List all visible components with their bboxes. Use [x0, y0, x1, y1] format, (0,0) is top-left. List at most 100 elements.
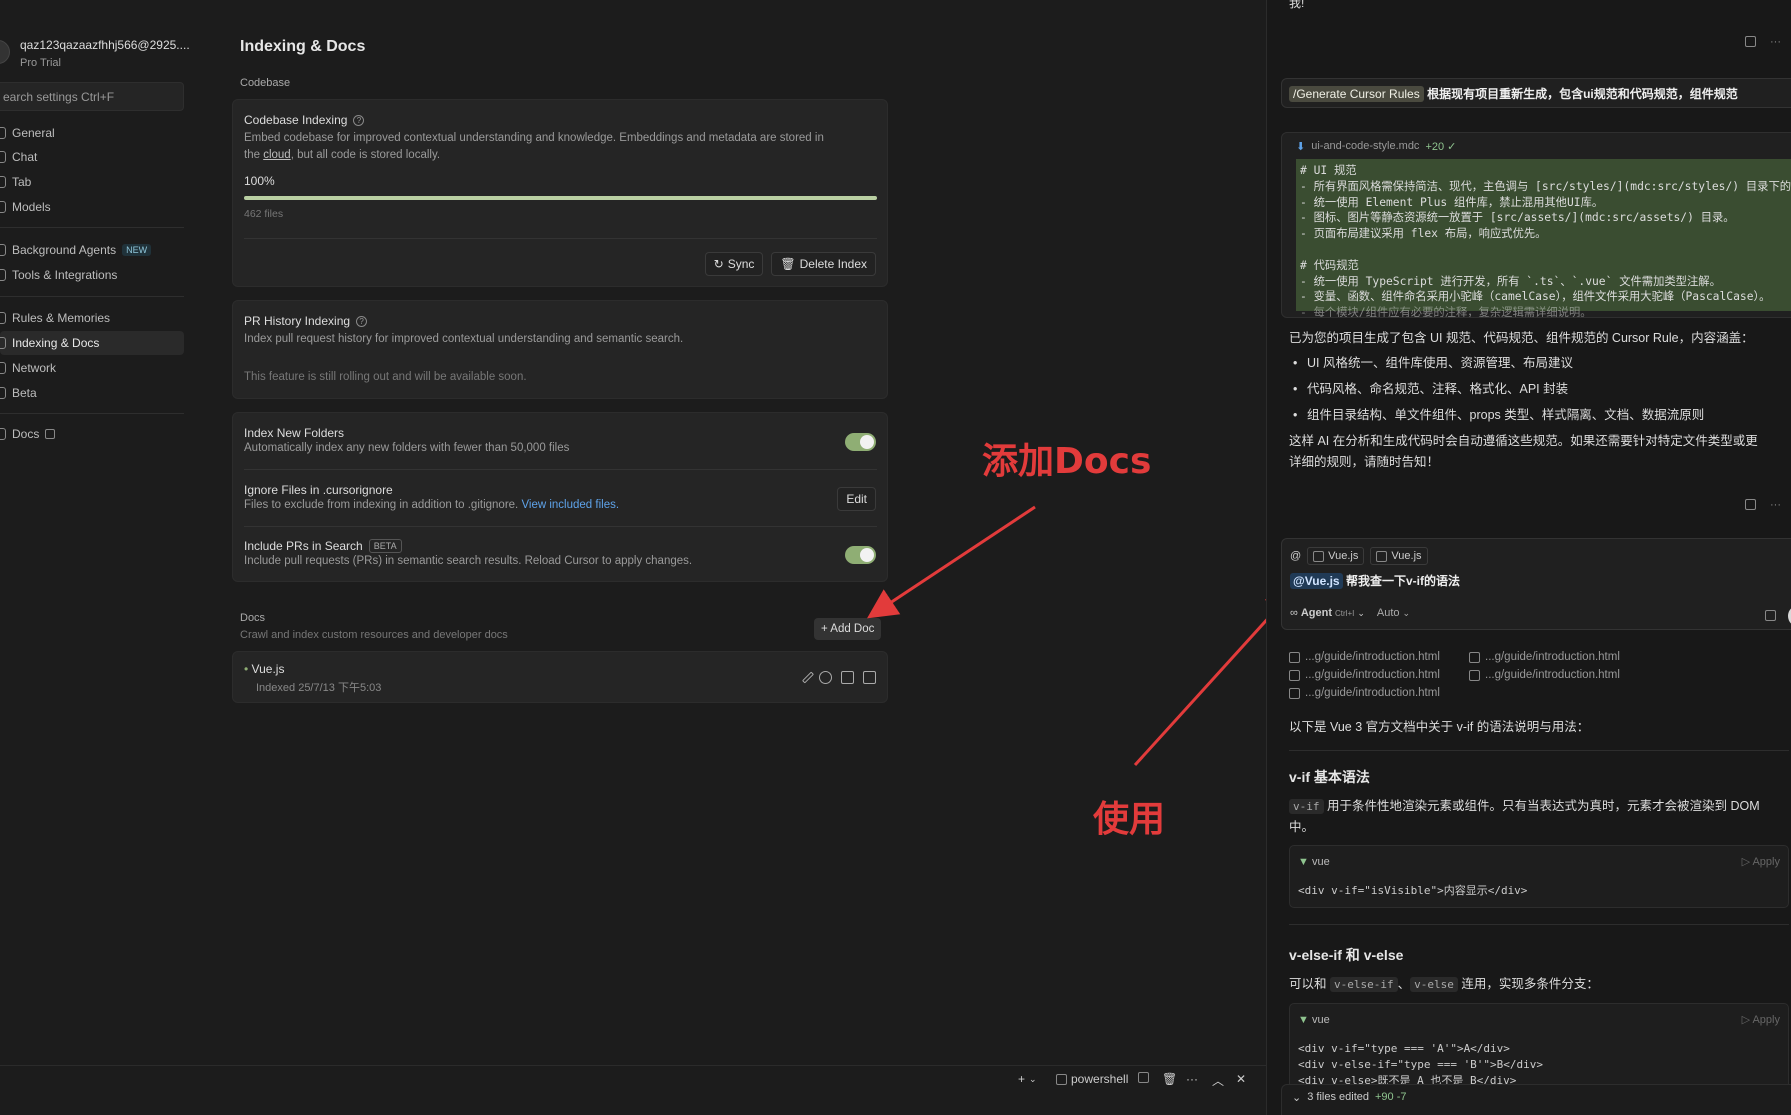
code-block-header: ▼ vue ▷ Apply [1290, 1004, 1788, 1037]
ellipsis-icon[interactable]: ··· [1770, 36, 1781, 48]
section-heading: v-else-if 和 v-else [1289, 947, 1404, 963]
code-line: - 图标、图片等静态资源统一放置于 [src/assets/](mdc:src/… [1300, 211, 1735, 225]
more-button[interactable]: ··· [1186, 1072, 1198, 1086]
code-block: ▼ vue ▷ Apply <div v-if="type === 'A'">A<… [1289, 1003, 1789, 1094]
file-name: ui-and-code-style.mdc [1311, 140, 1420, 152]
chip-label: Vue.js [1391, 550, 1422, 562]
close-panel-button[interactable]: ✕ [1236, 1072, 1246, 1086]
files-edited-bar[interactable]: ⌄ 3 files edited +90 -7 [1281, 1084, 1791, 1115]
split-icon [1138, 1072, 1149, 1083]
mode-shortcut: Ctrl+I [1335, 608, 1355, 618]
chevron-down-icon: ⌄ [1357, 607, 1365, 618]
list-item: 组件目录结构、单文件组件、props 类型、样式隔离、文档、数据流原则 [1289, 405, 1789, 426]
context-chips: @ Vue.js Vue.js [1290, 547, 1428, 565]
vue-icon: ▼ [1298, 1014, 1309, 1026]
chevron-down-icon: ⌄ [1402, 607, 1411, 618]
code-block: ▼ vue ▷ Apply <div v-if="isVisible">内容显示<… [1289, 845, 1789, 908]
trash-icon: 🗑 [1162, 1072, 1178, 1086]
answer-paragraph: v-if 用于条件性地渲染元素或组件。只有当表达式为真时，元素才会被渲染到 DO… [1289, 796, 1789, 837]
code-line: - 统一使用 Element Plus 组件库，禁止混用其他UI库。 [1300, 195, 1604, 209]
assistant-summary: 已为您的项目生成了包含 UI 规范、代码规范、组件规范的 Cursor Rule… [1289, 328, 1789, 473]
source-link-text: ...g/guide/introduction.html [1305, 687, 1440, 699]
doc-mention: @Vue.js [1290, 573, 1343, 589]
file-diff-content: # UI 规范 - 所有界面风格需保持简洁、现代，主色调与 [src/styles… [1296, 159, 1791, 317]
code-lang-text: vue [1311, 856, 1330, 868]
assistant-answer: 以下是 Vue 3 官方文档中关于 v-if 的语法说明与用法： v-if 基本… [1289, 717, 1789, 1094]
source-link-text: ...g/guide/introduction.html [1485, 669, 1620, 681]
paragraph-text: 连用，实现多条件分支： [1457, 977, 1599, 991]
vue-icon: ▼ [1298, 856, 1309, 868]
terminal-label: powershell [1071, 1072, 1129, 1086]
code-lang-text: vue [1311, 1014, 1330, 1026]
source-link-text: ...g/guide/introduction.html [1485, 651, 1620, 663]
file-edit-header[interactable]: ⬇ ui-and-code-style.mdc +20 ✓ [1282, 133, 1791, 159]
answer-intro: 以下是 Vue 3 官方文档中关于 v-if 的语法说明与用法： [1289, 720, 1590, 734]
doc-icon [1469, 651, 1480, 663]
input-toolbar: ∞ Agent Ctrl+I ⌄ Auto ⌄ [1290, 607, 1410, 619]
code-lang: ▼ vue [1298, 852, 1330, 873]
inline-code: v-if [1289, 799, 1324, 814]
code-line: - 所有界面风格需保持简洁、现代，主色调与 [src/styles/](mdc:… [1300, 179, 1791, 193]
code-line: - 页面布局建议采用 flex 布局，响应式优先。 [1300, 227, 1547, 241]
code-line: # UI 规范 [1300, 164, 1357, 177]
ellipsis-icon: ··· [1186, 1072, 1198, 1086]
inline-code: v-else [1410, 977, 1458, 992]
source-link[interactable]: ...g/guide/introduction.html [1469, 669, 1649, 681]
divider [1289, 924, 1789, 925]
code-line: - 变量、函数、组件命名采用小驼峰（camelCase），组件文件采用大驼峰（P… [1300, 290, 1771, 304]
copy-icon[interactable] [1745, 36, 1756, 47]
apply-button[interactable]: ▷ Apply [1742, 1010, 1780, 1031]
source-link-text: ...g/guide/introduction.html [1305, 651, 1440, 663]
terminal-tab[interactable]: powershell [1056, 1072, 1128, 1086]
kill-terminal-button[interactable]: 🗑 [1162, 1072, 1177, 1086]
diff-count: +90 -7 [1374, 1091, 1407, 1103]
divider [1289, 750, 1789, 751]
code-content: <div v-if="isVisible">内容显示</div> [1298, 884, 1528, 897]
code-line: - 每个模块/组件应有必要的注释，复杂逻辑需详细说明。 [1300, 306, 1592, 318]
context-chip[interactable]: Vue.js [1370, 547, 1428, 565]
paragraph-text: 中。 [1289, 820, 1315, 834]
source-link[interactable]: ...g/guide/introduction.html [1289, 669, 1469, 681]
model-selector[interactable]: Auto ⌄ [1377, 607, 1410, 619]
context-chip[interactable]: Vue.js [1307, 547, 1365, 565]
doc-icon [1289, 669, 1300, 681]
user-message[interactable]: /Generate Cursor Rules 根据现有项目重新生成，包含ui规范… [1281, 78, 1791, 108]
list-item: 代码风格、命名规范、注释、格式化、API 封装 [1289, 379, 1789, 400]
infinity-icon: ∞ [1290, 607, 1298, 619]
source-references: ...g/guide/introduction.html ...g/guide/… [1289, 651, 1789, 699]
file-edit-card: ⬇ ui-and-code-style.mdc +20 ✓ # UI 规范 - 所… [1281, 132, 1791, 318]
source-link-text: ...g/guide/introduction.html [1305, 669, 1440, 681]
new-terminal-button[interactable]: + ⌄ [1018, 1072, 1037, 1086]
code-line: # 代码规范 [1300, 258, 1359, 272]
chat-pane: 我! ··· /Generate Cursor Rules 根据现有项目重新生成… [1266, 0, 1791, 1115]
file-icon: ⬇ [1296, 140, 1306, 153]
book-icon [1313, 550, 1325, 562]
chevron-up-icon: ︿ [1212, 1074, 1225, 1088]
paragraph-text: 用于条件性地渲染元素或组件。只有当表达式为真时，元素才会被渲染到 DOM [1323, 799, 1760, 813]
source-link[interactable]: ...g/guide/introduction.html [1469, 651, 1649, 663]
message-fragment: 我! [1289, 0, 1305, 10]
arrow-to-add-doc [866, 505, 1036, 619]
chevron-down-icon: ⌄ [1029, 1073, 1037, 1084]
close-icon: ✕ [1236, 1072, 1247, 1086]
book-icon [1376, 550, 1388, 562]
user-message-text: 根据现有项目重新生成，包含ui规范和代码规范，组件规范 [1427, 87, 1738, 101]
source-link[interactable]: ...g/guide/introduction.html [1289, 651, 1469, 663]
image-icon[interactable] [1765, 610, 1776, 621]
input-text: 帮我查一下v-if的语法 [1342, 574, 1460, 588]
copy-icon[interactable] [1745, 499, 1756, 510]
inline-code: v-else-if [1329, 977, 1398, 992]
split-terminal-button[interactable] [1138, 1072, 1149, 1083]
ellipsis-icon[interactable]: ··· [1770, 499, 1781, 511]
add-context-button[interactable]: @ [1290, 550, 1301, 562]
mode-selector[interactable]: ∞ Agent Ctrl+I ⌄ [1290, 607, 1365, 619]
mode-label: Agent [1300, 607, 1333, 619]
terminal-icon [1056, 1073, 1067, 1085]
apply-button[interactable]: ▷ Apply [1742, 852, 1780, 873]
doc-icon [1289, 687, 1300, 699]
maximize-panel-button[interactable]: ︿ [1212, 1072, 1224, 1089]
source-link[interactable]: ...g/guide/introduction.html [1289, 687, 1469, 699]
chat-input-box[interactable]: @ Vue.js Vue.js @Vue.js 帮我查一下v-if的语法 ∞ Ag… [1281, 538, 1791, 630]
chat-input-text[interactable]: @Vue.js 帮我查一下v-if的语法 [1290, 572, 1460, 589]
